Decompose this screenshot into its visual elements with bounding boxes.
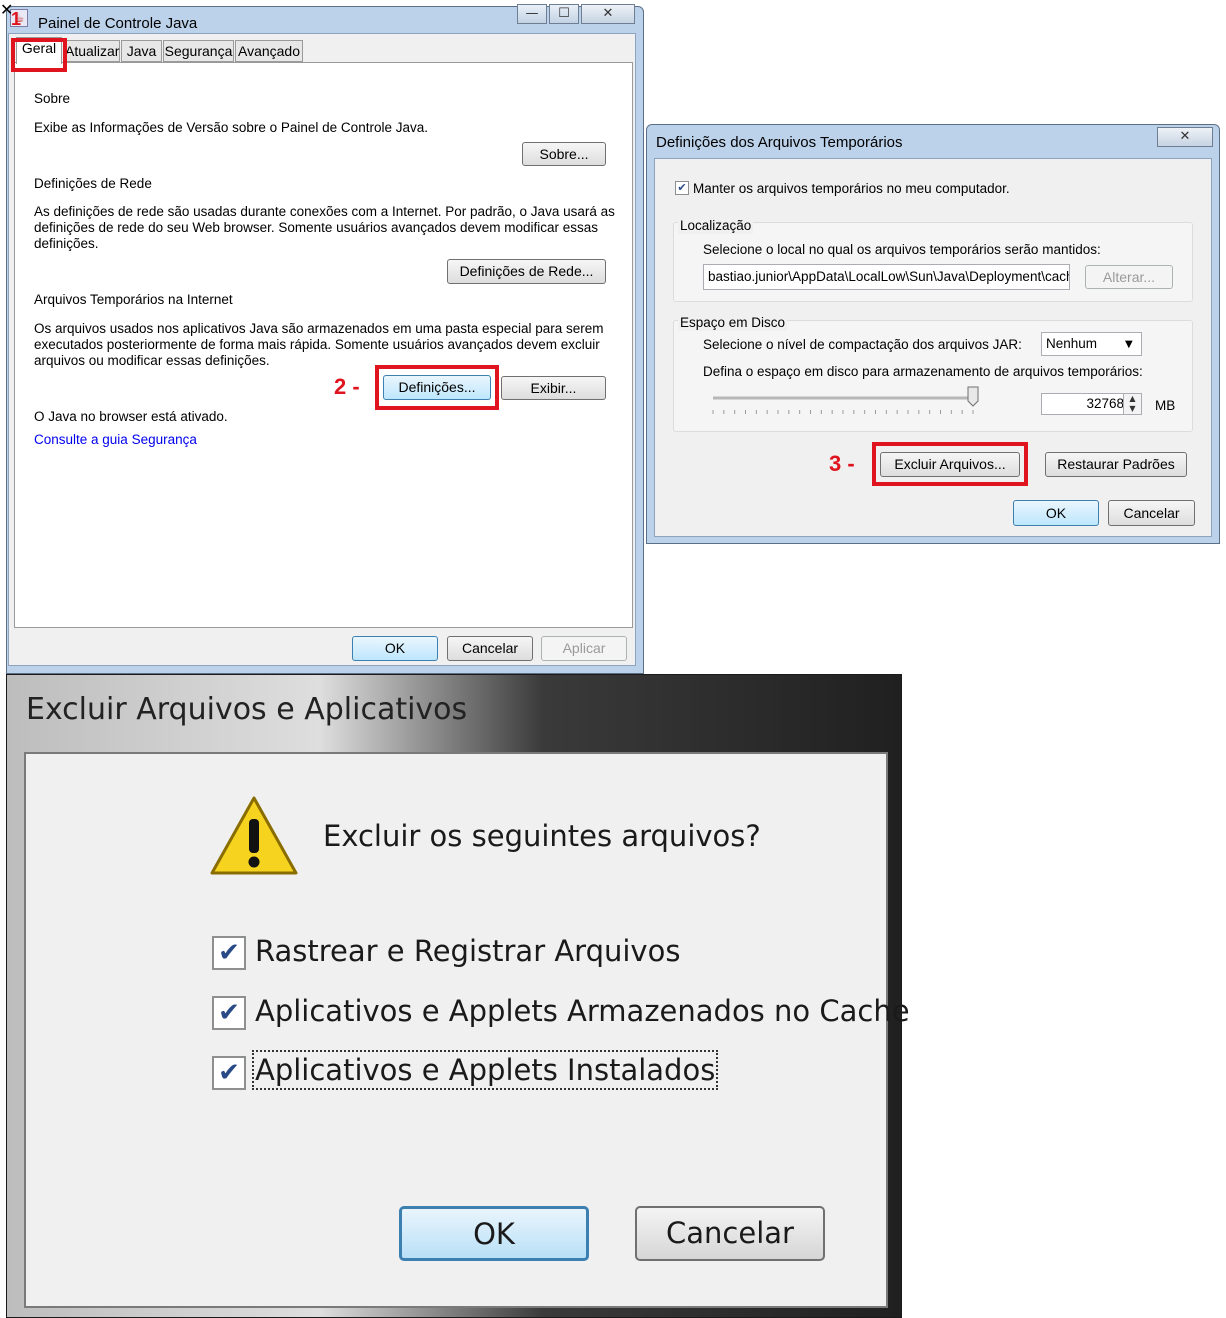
delete-files-button[interactable]: Excluir Arquivos... xyxy=(880,452,1020,477)
disk-space-slider[interactable] xyxy=(705,384,985,416)
tab-avancado[interactable]: Avançado xyxy=(235,40,303,62)
tab-java[interactable]: Java xyxy=(121,40,162,62)
keep-files-label: Manter os arquivos temporários no meu co… xyxy=(693,181,1010,196)
sobre-heading: Sobre xyxy=(34,91,71,106)
sobre-button[interactable]: Sobre... xyxy=(522,142,606,166)
tab-seguranca[interactable]: Segurança xyxy=(163,40,234,62)
rede-heading: Definições de Rede xyxy=(34,176,152,191)
security-tab-link[interactable]: Consulte a guia Segurança xyxy=(34,431,197,448)
temp-files-description-line1: Os arquivos usados nos aplicativos Java … xyxy=(34,321,604,336)
browser-status: O Java no browser está ativado. xyxy=(34,409,228,424)
space-label: Defina o espaço em disco para armazename… xyxy=(703,364,1143,379)
temp-settings-button[interactable]: Definições... xyxy=(383,375,491,400)
sobre-description: Exibe as Informações de Versão sobre o P… xyxy=(34,120,428,135)
location-description: Selecione o local no qual os arquivos te… xyxy=(703,242,1101,257)
window-title: Painel de Controle Java xyxy=(38,15,198,32)
rede-description-line3: definições. xyxy=(34,236,99,251)
view-button[interactable]: Exibir... xyxy=(501,376,606,400)
warning-icon xyxy=(210,796,298,875)
option-label-3: Aplicativos e Applets Instalados xyxy=(251,1050,719,1090)
step-2-label: 2 - xyxy=(334,374,360,399)
space-value-field[interactable]: 32768 xyxy=(1041,393,1131,415)
maximize-icon[interactable]: ☐ xyxy=(549,4,579,24)
restore-defaults-button[interactable]: Restaurar Padrões xyxy=(1045,452,1187,477)
cancel-button[interactable]: Cancelar xyxy=(1108,500,1195,526)
apply-button[interactable]: Aplicar xyxy=(541,636,627,661)
step-1-highlight xyxy=(11,38,67,72)
step-3-label: 3 - xyxy=(829,451,855,476)
ok-button[interactable]: OK xyxy=(352,636,438,661)
option-checkbox-2[interactable]: ✔ xyxy=(212,996,246,1030)
window-title: Definições dos Arquivos Temporários xyxy=(656,134,903,151)
cancel-button[interactable]: Cancelar xyxy=(635,1206,825,1261)
space-unit-label: MB xyxy=(1155,398,1176,413)
temp-files-heading: Arquivos Temporários na Internet xyxy=(34,292,233,307)
close-icon[interactable]: ✕ xyxy=(581,4,635,24)
space-spinner-icon[interactable]: ▲ ▼ xyxy=(1123,393,1142,415)
ok-button[interactable]: OK xyxy=(1013,500,1099,526)
slider-thumb xyxy=(967,386,979,407)
minimize-icon[interactable]: — xyxy=(517,4,547,24)
compression-label: Selecione o nível de compactação dos arq… xyxy=(703,337,1022,352)
rede-description-line1: As definições de rede são usadas durante… xyxy=(34,204,615,219)
cancel-button[interactable]: Cancelar xyxy=(447,636,533,661)
close-icon[interactable]: ✕ xyxy=(0,0,13,19)
close-icon[interactable]: ✕ xyxy=(1157,127,1213,147)
disk-space-group-label: Espaço em Disco xyxy=(678,314,788,331)
dialog-question: Excluir os seguintes arquivos? xyxy=(323,819,761,853)
change-location-button[interactable]: Alterar... xyxy=(1085,265,1173,289)
option-checkbox-3[interactable]: ✔ xyxy=(212,1056,246,1090)
tab-atualizar[interactable]: Atualizar xyxy=(64,40,120,62)
location-path-field[interactable]: bastiao.junior\AppData\LocalLow\Sun\Java… xyxy=(703,264,1070,290)
rede-description-line2: definições de rede do seu Web browser. S… xyxy=(34,220,599,235)
location-group xyxy=(673,222,1193,302)
dialog-title: Excluir Arquivos e Aplicativos xyxy=(26,692,468,727)
network-settings-button[interactable]: Definições de Rede... xyxy=(447,259,606,284)
slider-ticks xyxy=(712,410,974,414)
option-checkbox-1[interactable]: ✔ xyxy=(212,936,246,970)
option-label-2: Aplicativos e Applets Armazenados no Cac… xyxy=(255,994,910,1028)
dropdown-arrow-icon: ▼ xyxy=(1125,339,1133,350)
temp-files-description-line2: executados posteriormente de forma mais … xyxy=(34,337,600,352)
ok-button[interactable]: OK xyxy=(399,1206,589,1261)
temp-files-description-line3: arquivos ou modificar essas definições. xyxy=(34,353,270,368)
location-group-label: Localização xyxy=(678,217,754,234)
option-label-1: Rastrear e Registrar Arquivos xyxy=(255,934,681,968)
keep-files-checkbox[interactable]: ✔ xyxy=(675,181,689,195)
